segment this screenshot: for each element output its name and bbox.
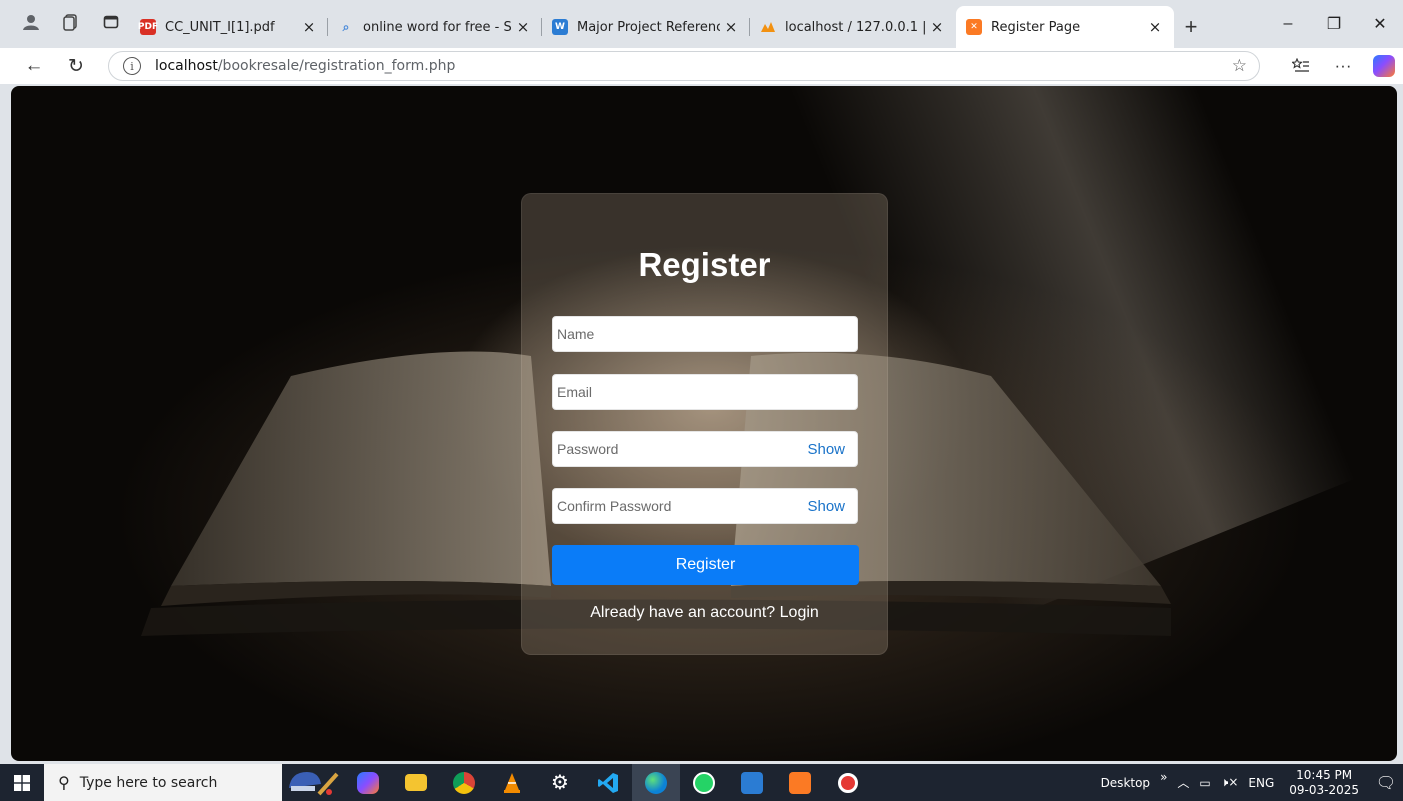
close-tab-icon[interactable]: × <box>512 18 534 36</box>
word-taskbar-icon[interactable] <box>728 764 776 801</box>
favorite-star-icon[interactable]: ☆ <box>1232 56 1247 76</box>
tab-register-page[interactable]: ✕ Register Page × <box>956 6 1174 48</box>
file-explorer-icon[interactable] <box>392 764 440 801</box>
confirm-password-field-wrapper: Show <box>552 488 858 524</box>
close-tab-icon[interactable]: × <box>926 18 948 36</box>
workspaces-icon[interactable] <box>52 3 90 41</box>
close-window-button[interactable]: ✕ <box>1357 0 1403 48</box>
tab-actions-icon[interactable] <box>92 3 130 41</box>
url-host: localhost <box>155 58 218 74</box>
info-icon[interactable]: i <box>123 57 141 75</box>
search-icon: ⌕ <box>342 19 350 34</box>
cricket-helmet-icon[interactable] <box>282 764 344 801</box>
phpmyadmin-icon <box>760 19 776 35</box>
minimize-button[interactable]: – <box>1265 0 1311 48</box>
page-viewport: Register Show Show Register Already have… <box>11 86 1397 761</box>
taskbar-search[interactable]: ⚲ Type here to search <box>44 764 282 801</box>
desktop-toolbar-label[interactable]: Desktop <box>1101 776 1151 790</box>
email-input[interactable] <box>553 375 857 409</box>
url-path: /bookresale/registration_form.php <box>217 58 456 74</box>
word-icon: W <box>552 19 568 35</box>
back-arrow-icon[interactable]: ← <box>16 50 52 82</box>
volume-muted-icon[interactable]: 🕨× <box>1221 775 1239 790</box>
show-confirm-password-toggle[interactable]: Show <box>807 498 845 515</box>
clock-date: 09-03-2025 <box>1289 782 1359 797</box>
taskbar-search-placeholder: Type here to search <box>79 774 218 791</box>
favorites-icon[interactable] <box>1283 50 1319 82</box>
record-icon[interactable] <box>824 764 872 801</box>
tab-title: CC_UNIT_I[1].pdf <box>165 19 275 35</box>
login-link[interactable]: Already have an account? Login <box>522 604 887 622</box>
language-indicator[interactable]: ENG <box>1248 776 1274 790</box>
close-tab-icon[interactable]: × <box>720 18 742 36</box>
network-icon[interactable]: ▭ <box>1199 776 1210 790</box>
address-bar[interactable]: i localhost/bookresale/registration_form… <box>108 51 1260 81</box>
xampp-taskbar-icon[interactable] <box>776 764 824 801</box>
xampp-icon: ✕ <box>966 19 982 35</box>
tab-online-word-search[interactable]: ⌕ online word for free - Search × <box>328 6 542 48</box>
whatsapp-icon[interactable] <box>680 764 728 801</box>
clock[interactable]: 10:45 PM 09-03-2025 <box>1289 768 1359 798</box>
settings-gear-icon[interactable]: ⚙ <box>536 764 584 801</box>
name-input[interactable] <box>553 317 857 351</box>
clock-time: 10:45 PM <box>1296 767 1353 782</box>
chrome-icon[interactable] <box>440 764 488 801</box>
tab-phpmyadmin[interactable]: localhost / 127.0.0.1 | phpMyAdmin × <box>750 6 956 48</box>
browser-toolbar: ← ↻ i localhost/bookresale/registration_… <box>0 48 1403 84</box>
tab-cc-unit-pdf[interactable]: PDF CC_UNIT_I[1].pdf × <box>130 6 328 48</box>
windows-taskbar: ⚲ Type here to search ⚙ Desktop » ︿ ▭ 🕨×… <box>0 764 1403 801</box>
show-password-toggle[interactable]: Show <box>807 441 845 458</box>
name-field-wrapper <box>552 316 858 352</box>
show-hidden-icons-icon[interactable]: ︿ <box>1177 774 1189 791</box>
email-field-wrapper <box>552 374 858 410</box>
tab-major-project-doc[interactable]: W Major Project Reference doc × <box>542 6 750 48</box>
windows-start-icon[interactable] <box>0 764 44 801</box>
refresh-icon[interactable]: ↻ <box>58 50 94 82</box>
restore-button[interactable]: ❐ <box>1311 0 1357 48</box>
notification-icon[interactable]: 🗨 <box>1369 764 1403 801</box>
tab-title: Major Project Reference doc <box>577 19 720 35</box>
register-card: Register Show Show Register Already have… <box>521 193 888 655</box>
close-tab-icon[interactable]: × <box>1144 18 1166 36</box>
profile-icon[interactable] <box>12 3 50 41</box>
password-field-wrapper: Show <box>552 431 858 467</box>
close-tab-icon[interactable]: × <box>298 18 320 36</box>
toolbar-chevron-icon[interactable]: » <box>1160 770 1167 784</box>
edge-icon[interactable] <box>632 764 680 801</box>
search-icon: ⚲ <box>58 773 70 792</box>
tab-title: online word for free - Search <box>363 19 512 35</box>
window-controls: – ❐ ✕ <box>1265 0 1403 48</box>
vscode-icon[interactable] <box>584 764 632 801</box>
vlc-icon[interactable] <box>488 764 536 801</box>
copilot-icon[interactable] <box>1373 55 1395 77</box>
tab-title: localhost / 127.0.0.1 | phpMyAdmin <box>785 19 926 35</box>
page-title: Register <box>638 246 771 283</box>
tab-list: PDF CC_UNIT_I[1].pdf × ⌕ online word for… <box>130 0 1208 48</box>
register-button[interactable]: Register <box>552 545 859 585</box>
new-tab-button[interactable]: + <box>1174 6 1208 48</box>
pdf-icon: PDF <box>138 19 158 35</box>
browser-tab-strip: PDF CC_UNIT_I[1].pdf × ⌕ online word for… <box>0 0 1403 48</box>
tab-title: Register Page <box>991 19 1081 35</box>
system-tray: Desktop » ︿ ▭ 🕨× ENG 10:45 PM 09-03-2025… <box>1096 764 1403 801</box>
tab-strip-icons <box>0 0 130 44</box>
toolbar-right: ··· <box>1283 48 1395 84</box>
more-menu-icon[interactable]: ··· <box>1325 50 1361 82</box>
copilot-taskbar-icon[interactable] <box>344 764 392 801</box>
